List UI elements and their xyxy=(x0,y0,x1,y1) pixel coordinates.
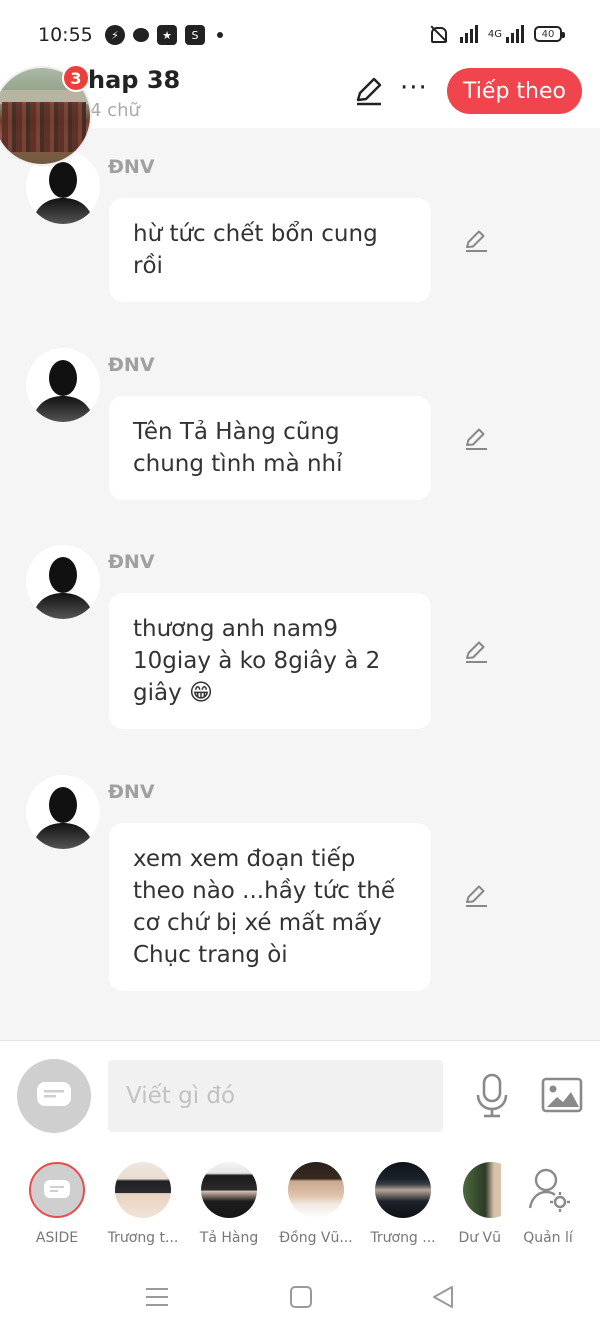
shopee-icon: S xyxy=(185,25,205,45)
comment-input[interactable] xyxy=(108,1060,443,1132)
menu-icon[interactable] xyxy=(142,1284,172,1310)
more-icon[interactable]: ··· xyxy=(400,75,428,101)
chapter-word-count: 4 chữ xyxy=(90,100,140,121)
comment-text: thương anh nam9 10giay à ko 8giây à 2 gi… xyxy=(109,593,431,729)
strip-label: Trương t... xyxy=(107,1230,179,1246)
strip-item-contact[interactable]: Trương t... xyxy=(103,1162,183,1246)
silhouette-icon xyxy=(32,787,94,849)
system-nav-bar xyxy=(0,1260,600,1333)
comment-author: ĐNV xyxy=(108,551,155,573)
battery-level: 40 xyxy=(541,28,555,40)
shortcut-strip: ASIDE Trương t... Tả Hàng Đồng Vũ... Trư… xyxy=(0,1150,600,1260)
pencil-icon[interactable] xyxy=(462,881,490,909)
strip-label: Dư Vũ xyxy=(458,1230,501,1246)
messenger-icon: ⚡ xyxy=(105,25,125,45)
user-settings-icon xyxy=(528,1168,570,1212)
signal-icon-2 xyxy=(506,25,524,43)
aside-avatar xyxy=(29,1162,85,1218)
network-type: 4G xyxy=(487,28,502,40)
notification-badge: 3 xyxy=(62,64,90,92)
notification-icons: ⚡ ★ S xyxy=(105,25,223,45)
chat-bubble-button[interactable] xyxy=(17,1059,91,1133)
avatar xyxy=(115,1162,171,1218)
battery-icon: 40 xyxy=(534,26,565,42)
pencil-icon[interactable] xyxy=(462,226,490,254)
pencil-icon[interactable] xyxy=(462,424,490,452)
avatar xyxy=(375,1162,431,1218)
pencil-icon[interactable] xyxy=(462,637,490,665)
back-icon[interactable] xyxy=(428,1284,458,1310)
commenter-avatar[interactable] xyxy=(26,545,100,619)
chat-icon xyxy=(133,28,149,42)
strip-label: Tả Hàng xyxy=(199,1230,259,1246)
comment-text: Tên Tả Hàng cũng chung tình mà nhỉ xyxy=(109,396,431,500)
signal-icon xyxy=(459,25,478,43)
strip-label: Đồng Vũ... xyxy=(279,1230,353,1246)
strip-label: Quản lí xyxy=(523,1230,573,1246)
pencil-icon[interactable] xyxy=(352,74,386,108)
strip-item-contact[interactable]: Đồng Vũ... xyxy=(276,1162,356,1246)
chat-bubble-icon xyxy=(37,1082,71,1106)
comment-author: ĐNV xyxy=(108,354,155,376)
system-icons: 4G 40 xyxy=(426,24,565,44)
comment-text: hừ tức chết bổn cung rồi xyxy=(109,198,431,302)
chapter-title: hap 38 xyxy=(88,66,181,94)
silhouette-icon xyxy=(32,557,94,619)
comment-composer xyxy=(0,1040,600,1150)
microphone-icon[interactable] xyxy=(474,1073,510,1119)
comment-author: ĐNV xyxy=(108,156,155,178)
strip-item-manage[interactable]: Quản lí xyxy=(508,1162,588,1246)
avatar xyxy=(463,1162,501,1218)
next-chapter-button[interactable]: Tiếp theo xyxy=(447,68,582,114)
strip-label: Trương ... xyxy=(370,1230,436,1246)
strip-item-contact[interactable]: Tả Hàng xyxy=(189,1162,269,1246)
status-bar: 10:55 ⚡ ★ S 4G 40 xyxy=(0,0,600,64)
more-notifications-dot xyxy=(217,32,223,38)
strip-item-aside[interactable]: ASIDE xyxy=(17,1162,97,1246)
status-time: 10:55 xyxy=(38,24,93,46)
commenter-avatar[interactable] xyxy=(26,348,100,422)
strip-item-contact[interactable]: Trương ... xyxy=(363,1162,443,1246)
home-icon[interactable] xyxy=(286,1284,316,1310)
bell-off-icon xyxy=(426,24,450,44)
avatar xyxy=(201,1162,257,1218)
star-app-icon: ★ xyxy=(157,25,177,45)
avatar xyxy=(288,1162,344,1218)
commenter-avatar[interactable] xyxy=(26,775,100,849)
strip-label: ASIDE xyxy=(35,1230,79,1246)
strip-item-contact[interactable]: Dư Vũ xyxy=(449,1162,501,1246)
comment-text: xem xem đoạn tiếp theo nào ...hầy tức th… xyxy=(109,823,431,991)
comment-author: ĐNV xyxy=(108,781,155,803)
image-icon[interactable] xyxy=(541,1077,583,1113)
silhouette-icon xyxy=(32,360,94,422)
chat-bubble-icon xyxy=(44,1180,70,1198)
